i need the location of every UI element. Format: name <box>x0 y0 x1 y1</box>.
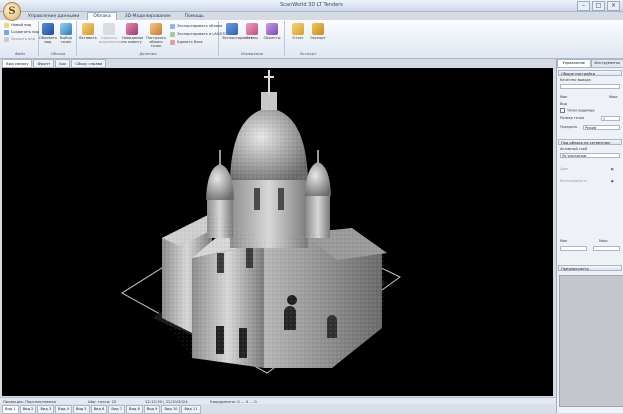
close-view-button[interactable]: Закрыть вид <box>4 36 35 42</box>
limit-icon <box>126 23 138 35</box>
row-view-label: Вид <box>560 102 567 107</box>
point-size-input[interactable]: 1 <box>601 116 620 121</box>
export-las-icon <box>170 32 175 37</box>
save-view-button[interactable]: Сохранить вид <box>4 29 39 35</box>
walls-button[interactable]: Стены <box>242 23 262 40</box>
minimize-button[interactable]: – <box>577 1 590 11</box>
refresh-view-button[interactable]: Обновить вид <box>38 23 58 44</box>
panel-tab-manage[interactable]: Управление <box>557 59 591 68</box>
section-general-header[interactable]: Общие настройки <box>558 70 622 76</box>
preview-area <box>559 275 623 407</box>
delete-selected-button[interactable]: Удалить выделенные <box>99 23 119 44</box>
document-icon <box>226 23 238 35</box>
doc-tab-right[interactable]: Сбоку справа <box>71 59 106 68</box>
group-label-segmentation: Деление <box>78 51 218 56</box>
build-cloud-button[interactable]: Построить облако точек <box>146 23 166 48</box>
title-bar: ScanWorld 3D LT Tenders – □ × <box>0 0 623 12</box>
maximize-button[interactable]: □ <box>592 1 605 11</box>
close-button[interactable]: × <box>607 1 620 11</box>
color-picker-icon[interactable]: ◐ <box>611 167 614 172</box>
transparency-label: Прозрачн. <box>560 125 578 130</box>
group-label-measurements: Измерения <box>220 51 284 56</box>
save-view-icon <box>4 30 9 35</box>
insert-button[interactable]: Вставить <box>78 23 98 40</box>
doc-tab-front[interactable]: Фронт <box>33 59 54 68</box>
3d-viewport[interactable] <box>2 68 553 396</box>
segment-min-input[interactable] <box>560 246 587 251</box>
export-icon <box>312 23 324 35</box>
segment-min-label: Мин <box>560 239 567 244</box>
export-measure-button[interactable]: Экспортировать <box>222 23 242 40</box>
app-logo-icon[interactable]: S <box>3 2 21 21</box>
group-label-file: Файл <box>2 51 38 56</box>
right-panel: Управление Инструменты Общие настройки К… <box>556 59 623 413</box>
limit-visibility-button[interactable]: Невидимое по лимиту <box>122 23 142 44</box>
intensity-label: Интенсивность <box>560 179 587 184</box>
ribbon-group-measurements: Экспортировать Стены Объекты Измерения <box>220 21 285 56</box>
new-view-button[interactable]: Новый вид <box>4 22 31 28</box>
window-controls: – □ × <box>577 1 620 11</box>
delete-block-icon <box>170 40 175 45</box>
section-preview-header[interactable]: Предпросмотр <box>558 265 622 271</box>
objects-button[interactable]: Объекты <box>262 23 282 40</box>
export-las-button[interactable]: Экспортировать в LAS/E57 <box>170 31 227 37</box>
point-cloud-building-icon <box>2 68 553 396</box>
ribbon-tabs: Управление данными Облака 3D-Моделирован… <box>22 12 210 20</box>
ribbon-group-clouds: Обновить вид Выбор точек Облака <box>40 21 77 56</box>
row-quality-label: Качество вывода <box>560 78 591 83</box>
close-view-icon <box>4 37 9 42</box>
delete-icon <box>103 23 115 35</box>
segment-max-label: Макс <box>599 239 608 244</box>
group-label-export: Экспорт <box>286 51 330 56</box>
refresh-icon <box>42 23 54 35</box>
document-tabs: Вид сверху Фронт Бок Сбоку справа <box>2 59 106 67</box>
transparency-select[interactable]: Режим <box>583 125 620 130</box>
objects-icon <box>266 23 278 35</box>
window-title: ScanWorld 3D LT Tenders <box>0 2 623 8</box>
select-points-button[interactable]: Выбор точек <box>56 23 76 44</box>
bottom-view-tabs: Вид 1 Вид 2 Вид 3 Вид 4 Вид 5 Вид 6 Вид … <box>0 404 558 413</box>
doc-tab-top[interactable]: Вид сверху <box>2 59 32 68</box>
checkbox-icon <box>560 108 565 113</box>
active-layer-select[interactable]: По умолчанию <box>560 153 620 158</box>
new-view-icon <box>4 23 9 28</box>
walls-icon <box>246 23 258 35</box>
point-size-label: Размер точки <box>560 116 584 121</box>
panel-tab-tools[interactable]: Инструменты <box>591 59 623 68</box>
visible-points-checkbox[interactable]: Точки видимые <box>560 108 595 114</box>
right-panel-tabs: Управление Инструменты <box>557 59 623 67</box>
segment-max-input[interactable] <box>593 246 620 251</box>
export-clouds-icon <box>170 24 175 29</box>
quality-slider[interactable] <box>560 84 620 89</box>
ribbon-group-file: Новый вид Сохранить вид Закрыть вид Файл <box>2 21 39 56</box>
delete-block-button[interactable]: Удалить блок <box>170 39 203 45</box>
insert-icon <box>82 23 94 35</box>
ribbon: Новый вид Сохранить вид Закрыть вид Файл… <box>0 20 623 59</box>
ribbon-group-export: Отчет Экспорт Экспорт <box>286 21 330 56</box>
intensity-picker-icon[interactable]: ◆ <box>611 179 614 184</box>
quality-max-label: Макс <box>609 95 618 100</box>
section-segments-header[interactable]: Под облака по сегментам <box>558 139 622 145</box>
export-button[interactable]: Экспорт <box>308 23 328 40</box>
report-icon <box>292 23 304 35</box>
export-clouds-button[interactable]: Экспортировать облака <box>170 23 222 29</box>
doc-tab-side[interactable]: Бок <box>55 59 70 68</box>
report-button[interactable]: Отчет <box>288 23 308 40</box>
ribbon-group-segmentation: Вставить Удалить выделенные Невидимое по… <box>78 21 219 56</box>
build-cloud-icon <box>150 23 162 35</box>
quality-min-label: Мин <box>560 95 567 100</box>
select-points-icon <box>60 23 72 35</box>
active-layer-label: Активный слой <box>560 147 587 152</box>
group-label-clouds: Облака <box>40 51 76 56</box>
color-label: Цвет <box>560 167 569 172</box>
